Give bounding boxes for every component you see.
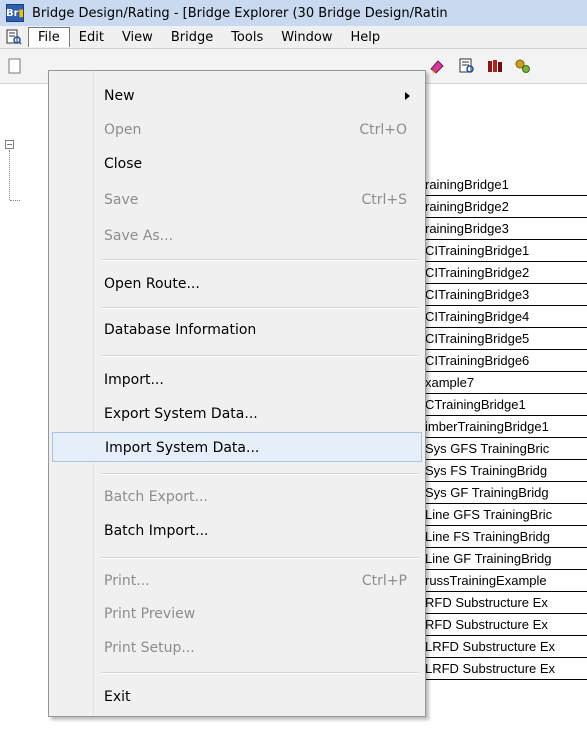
bridge-name-cell: LRFD Substructure Ex — [425, 661, 556, 676]
menu-item-database-information[interactable]: Database Information — [52, 315, 422, 345]
menu-file[interactable]: File — [28, 27, 70, 47]
bridge-name-cell: RFD Substructure Ex — [425, 595, 548, 610]
bridge-name-cell: CITrainingBridge2 — [425, 265, 530, 280]
menu-item-print-setup[interactable]: Print Setup... — [52, 633, 422, 663]
menu-separator — [101, 355, 419, 357]
menu-separator — [101, 307, 419, 309]
tree-connector — [9, 150, 11, 200]
submenu-arrow-icon — [405, 92, 410, 100]
tree-collapse-icon[interactable]: − — [5, 140, 14, 149]
document-view-icon[interactable] — [6, 29, 22, 45]
menu-item-new[interactable]: New — [52, 81, 422, 111]
eraser-icon[interactable] — [428, 57, 446, 75]
menu-item-batch-import[interactable]: Batch Import... — [52, 516, 422, 546]
menu-window[interactable]: Window — [272, 27, 341, 47]
menu-item-save[interactable]: Save Ctrl+S — [52, 185, 422, 215]
report-view-icon[interactable] — [458, 57, 476, 75]
app-icon: Br ▮ — [6, 4, 24, 22]
menu-edit[interactable]: Edit — [70, 27, 113, 47]
menu-item-import[interactable]: Import... — [52, 365, 422, 395]
tree-connector — [10, 200, 20, 201]
bridge-name-cell: RFD Substructure Ex — [425, 617, 548, 632]
title-bar: Br ▮ Bridge Design/Rating - [Bridge Explo… — [0, 0, 587, 27]
menu-item-close[interactable]: Close — [52, 149, 422, 179]
bridge-name-cell: CITrainingBridge3 — [425, 287, 530, 302]
new-document-icon[interactable] — [6, 57, 24, 75]
bridge-name-cell: Sys GFS TrainingBric — [425, 441, 550, 456]
file-menu-dropdown: New Open Ctrl+O Close Save Ctrl+S Save A… — [48, 70, 426, 717]
menu-separator — [101, 473, 419, 475]
menu-item-import-system-data[interactable]: Import System Data... — [52, 432, 422, 462]
bridge-name-cell: Sys FS TrainingBridg — [425, 463, 548, 478]
bridge-name-cell: imberTrainingBridge1 — [425, 419, 549, 434]
menu-item-save-as[interactable]: Save As... — [52, 221, 422, 251]
menu-separator — [101, 672, 419, 674]
bridge-name-cell: Line GFS TrainingBric — [425, 507, 553, 522]
bridge-name-cell: CITrainingBridge4 — [425, 309, 530, 324]
bridge-name-cell: CTrainingBridge1 — [425, 397, 526, 412]
window-title: Bridge Design/Rating - [Bridge Explorer … — [32, 5, 448, 21]
bridge-name-cell: rainingBridge2 — [425, 199, 509, 214]
menu-item-open[interactable]: Open Ctrl+O — [52, 115, 422, 145]
library-books-icon[interactable] — [486, 57, 504, 75]
menu-item-print-preview[interactable]: Print Preview — [52, 599, 422, 629]
bridge-name-cell: xample7 — [425, 375, 475, 390]
bridge-name-cell: Sys GF TrainingBridg — [425, 485, 549, 500]
bridge-name-cell: rainingBridge3 — [425, 221, 509, 236]
bridge-name-cell: LRFD Substructure Ex — [425, 639, 556, 654]
menu-view[interactable]: View — [113, 27, 162, 47]
bridge-name-cell: Line GF TrainingBridg — [425, 551, 552, 566]
menu-item-export-system-data[interactable]: Export System Data... — [52, 399, 422, 429]
menu-bridge[interactable]: Bridge — [162, 27, 222, 47]
menu-item-batch-export[interactable]: Batch Export... — [52, 482, 422, 512]
bridge-name-cell: russTrainingExample — [425, 573, 547, 588]
menu-item-print[interactable]: Print... Ctrl+P — [52, 566, 422, 596]
bridge-name-cell: CITrainingBridge6 — [425, 353, 530, 368]
bridge-name-cell: Line FS TrainingBridg — [425, 529, 551, 544]
menu-separator — [101, 259, 419, 261]
menu-help[interactable]: Help — [342, 27, 390, 47]
gears-icon[interactable] — [514, 57, 532, 75]
menu-item-exit[interactable]: Exit — [52, 682, 422, 712]
bridge-name-cell: rainingBridge1 — [425, 177, 509, 192]
bridge-name-cell: CITrainingBridge1 — [425, 243, 530, 258]
bridge-name-cell: CITrainingBridge5 — [425, 331, 530, 346]
menu-item-open-route[interactable]: Open Route... — [52, 269, 422, 299]
menu-bar: File Edit View Bridge Tools Window Help — [0, 26, 587, 49]
menu-separator — [101, 557, 419, 559]
menu-tools[interactable]: Tools — [222, 27, 272, 47]
